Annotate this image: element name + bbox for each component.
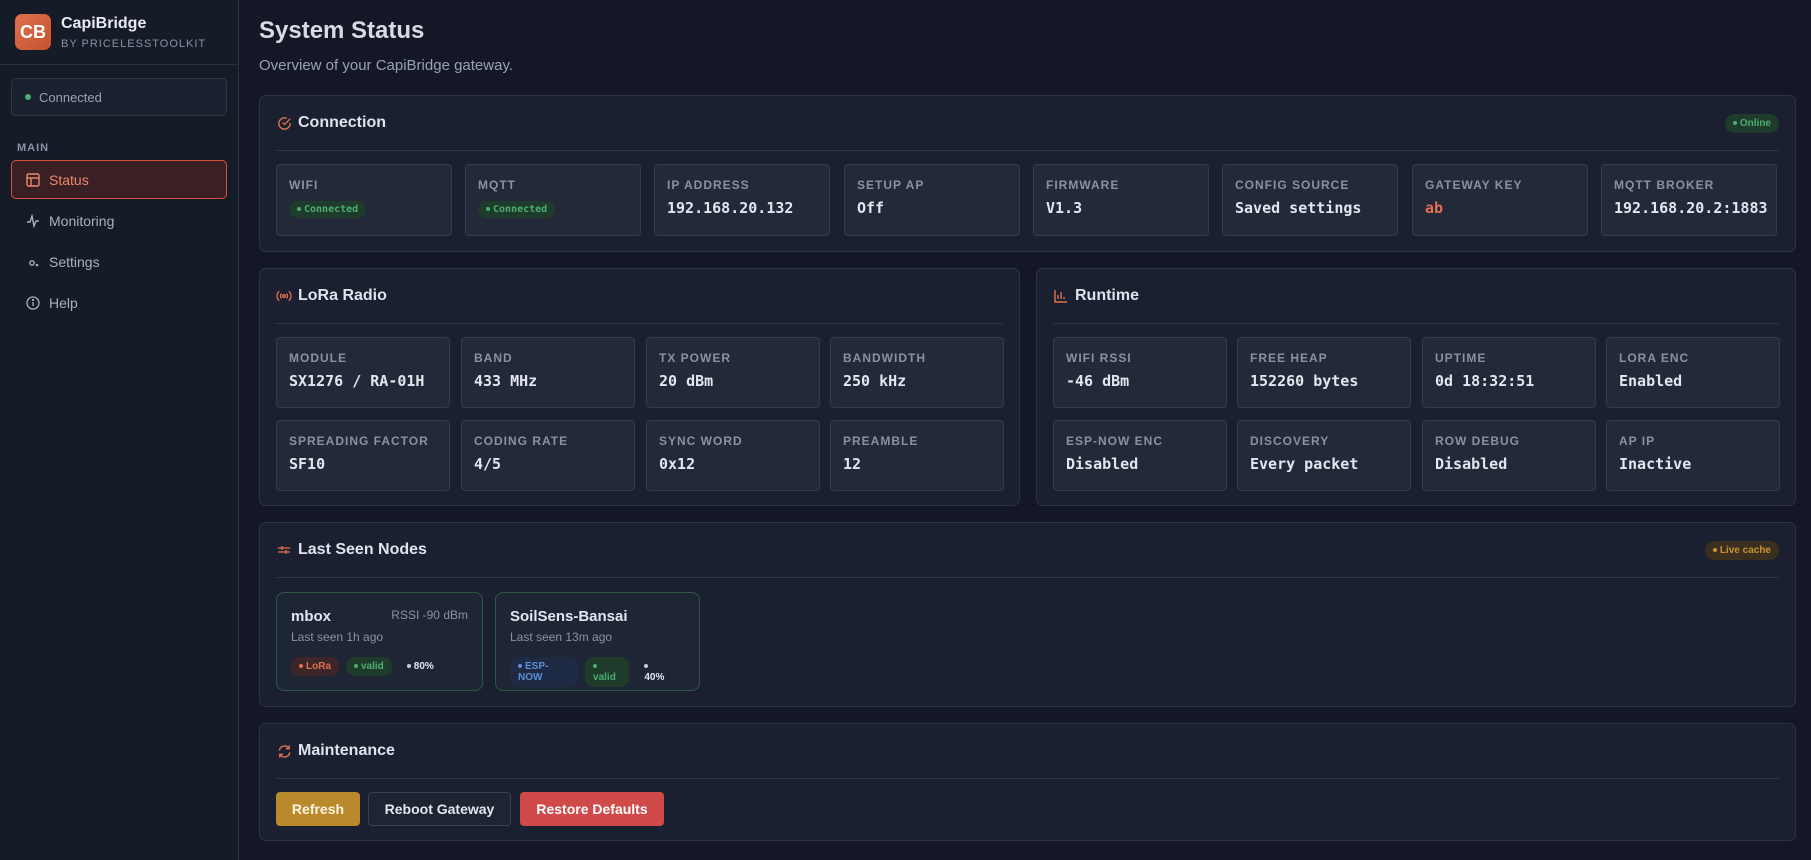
tile-esp-now-enc: ESP-NOW ENC Disabled	[1053, 420, 1227, 491]
connection-card: Connection Online WIFI Connected MQTT Co…	[259, 95, 1796, 252]
tile-wifi-rssi: WIFI RSSI -46 dBm	[1053, 337, 1227, 408]
card-title: Runtime	[1075, 287, 1139, 304]
tile-module: MODULE SX1276 / RA-01H	[276, 337, 450, 408]
page-title: System Status	[259, 17, 425, 44]
node-last-seen: Last seen 13m ago	[510, 630, 613, 644]
gear-icon	[25, 254, 41, 270]
card-title: Connection	[298, 114, 386, 131]
refresh-icon	[276, 743, 292, 759]
node-card-soilsens-bansai[interactable]: SoilSens-Bansai Last seen 13m ago ESP-NO…	[495, 592, 700, 691]
card-title: Last Seen Nodes	[298, 541, 427, 558]
node-card-mbox[interactable]: mbox RSSI -90 dBm Last seen 1h ago LoRa …	[276, 592, 483, 691]
sliders-icon	[276, 542, 292, 558]
tile-spreading-factor: SPREADING FACTOR SF10	[276, 420, 450, 491]
tile-sync-word: SYNC WORD 0x12	[646, 420, 820, 491]
tile-mqtt: MQTT Connected	[465, 164, 641, 236]
sidebar-item-status[interactable]: Status	[11, 160, 227, 199]
sidebar: CB CapiBridge BY PRICELESSTOOLKIT Connec…	[0, 0, 239, 860]
info-icon	[25, 295, 41, 311]
battery-chip: 40%	[636, 657, 678, 687]
runtime-card: Runtime WIFI RSSI -46 dBm FREE HEAP 1522…	[1036, 268, 1796, 506]
node-name: SoilSens-Bansai	[510, 608, 628, 625]
refresh-button[interactable]: Refresh	[276, 792, 360, 826]
card-title: LoRa Radio	[298, 287, 387, 304]
valid-chip: valid	[346, 657, 392, 676]
tile-uptime: UPTIME 0d 18:32:51	[1422, 337, 1596, 408]
brand-name: CapiBridge	[61, 14, 147, 32]
tile-setup-ap: SETUP AP Off	[844, 164, 1020, 236]
protocol-chip: LoRa	[291, 657, 339, 676]
reboot-gateway-button[interactable]: Reboot Gateway	[368, 792, 511, 826]
tile-firmware: FIRMWARE V1.3	[1033, 164, 1209, 236]
brand-logo: CB	[15, 14, 51, 50]
tile-tx-power: TX POWER 20 dBm	[646, 337, 820, 408]
online-badge: Online	[1724, 113, 1779, 133]
page-subtitle: Overview of your CapiBridge gateway.	[259, 57, 514, 74]
mqtt-status-badge: Connected	[478, 201, 556, 218]
valid-chip: valid	[585, 657, 630, 687]
tile-wifi: WIFI Connected	[276, 164, 452, 236]
node-last-seen: Last seen 1h ago	[291, 630, 384, 644]
brand: CB CapiBridge BY PRICELESSTOOLKIT	[0, 0, 238, 65]
card-title: Maintenance	[298, 742, 395, 759]
tile-lora-enc: LORA ENC Enabled	[1606, 337, 1780, 408]
bar-chart-icon	[1053, 288, 1069, 304]
nav-section-label: MAIN	[17, 142, 50, 154]
status-dot-icon	[25, 94, 31, 100]
main-content: System Status Overview of your CapiBridg…	[259, 0, 1796, 74]
live-cache-badge: Live cache	[1704, 540, 1779, 560]
lora-card: LoRa Radio MODULE SX1276 / RA-01H BAND 4…	[259, 268, 1020, 506]
check-circle-icon	[276, 115, 292, 131]
protocol-chip: ESP-NOW	[510, 657, 579, 687]
restore-defaults-button[interactable]: Restore Defaults	[520, 792, 664, 826]
tile-preamble: PREAMBLE 12	[830, 420, 1004, 491]
tile-coding-rate: CODING RATE 4/5	[461, 420, 635, 491]
layout-icon	[25, 172, 41, 188]
battery-chip: 80%	[399, 657, 442, 676]
sidebar-item-help[interactable]: Help	[11, 283, 227, 322]
tile-mqtt-broker: MQTT BROKER 192.168.20.2:1883	[1601, 164, 1777, 236]
node-rssi: RSSI -90 dBm	[391, 608, 468, 622]
sidebar-item-label: Status	[49, 171, 89, 188]
radio-icon	[276, 288, 292, 304]
nodes-card: Last Seen Nodes Live cache mbox RSSI -90…	[259, 522, 1796, 707]
maintenance-card: Maintenance Refresh Reboot Gateway Resto…	[259, 723, 1796, 841]
sidebar-item-label: Monitoring	[49, 212, 115, 229]
sidebar-item-label: Help	[49, 294, 78, 311]
tile-bandwidth: BANDWIDTH 250 kHz	[830, 337, 1004, 408]
tile-config-source: CONFIG SOURCE Saved settings	[1222, 164, 1398, 236]
connection-status: Connected	[11, 78, 227, 116]
tile-ap-ip: AP IP Inactive	[1606, 420, 1780, 491]
activity-icon	[25, 213, 41, 229]
tile-free-heap: FREE HEAP 152260 bytes	[1237, 337, 1411, 408]
tile-row-debug: ROW DEBUG Disabled	[1422, 420, 1596, 491]
brand-subtitle: BY PRICELESSTOOLKIT	[61, 37, 207, 50]
tile-gateway-key: GATEWAY KEY ab	[1412, 164, 1588, 236]
wifi-status-badge: Connected	[289, 201, 367, 218]
sidebar-item-monitoring[interactable]: Monitoring	[11, 201, 227, 240]
sidebar-item-settings[interactable]: Settings	[11, 242, 227, 281]
tile-ip-address: IP ADDRESS 192.168.20.132	[654, 164, 830, 236]
sidebar-item-label: Settings	[49, 253, 100, 270]
connection-status-label: Connected	[39, 89, 102, 105]
tile-band: BAND 433 MHz	[461, 337, 635, 408]
tile-discovery: DISCOVERY Every packet	[1237, 420, 1411, 491]
